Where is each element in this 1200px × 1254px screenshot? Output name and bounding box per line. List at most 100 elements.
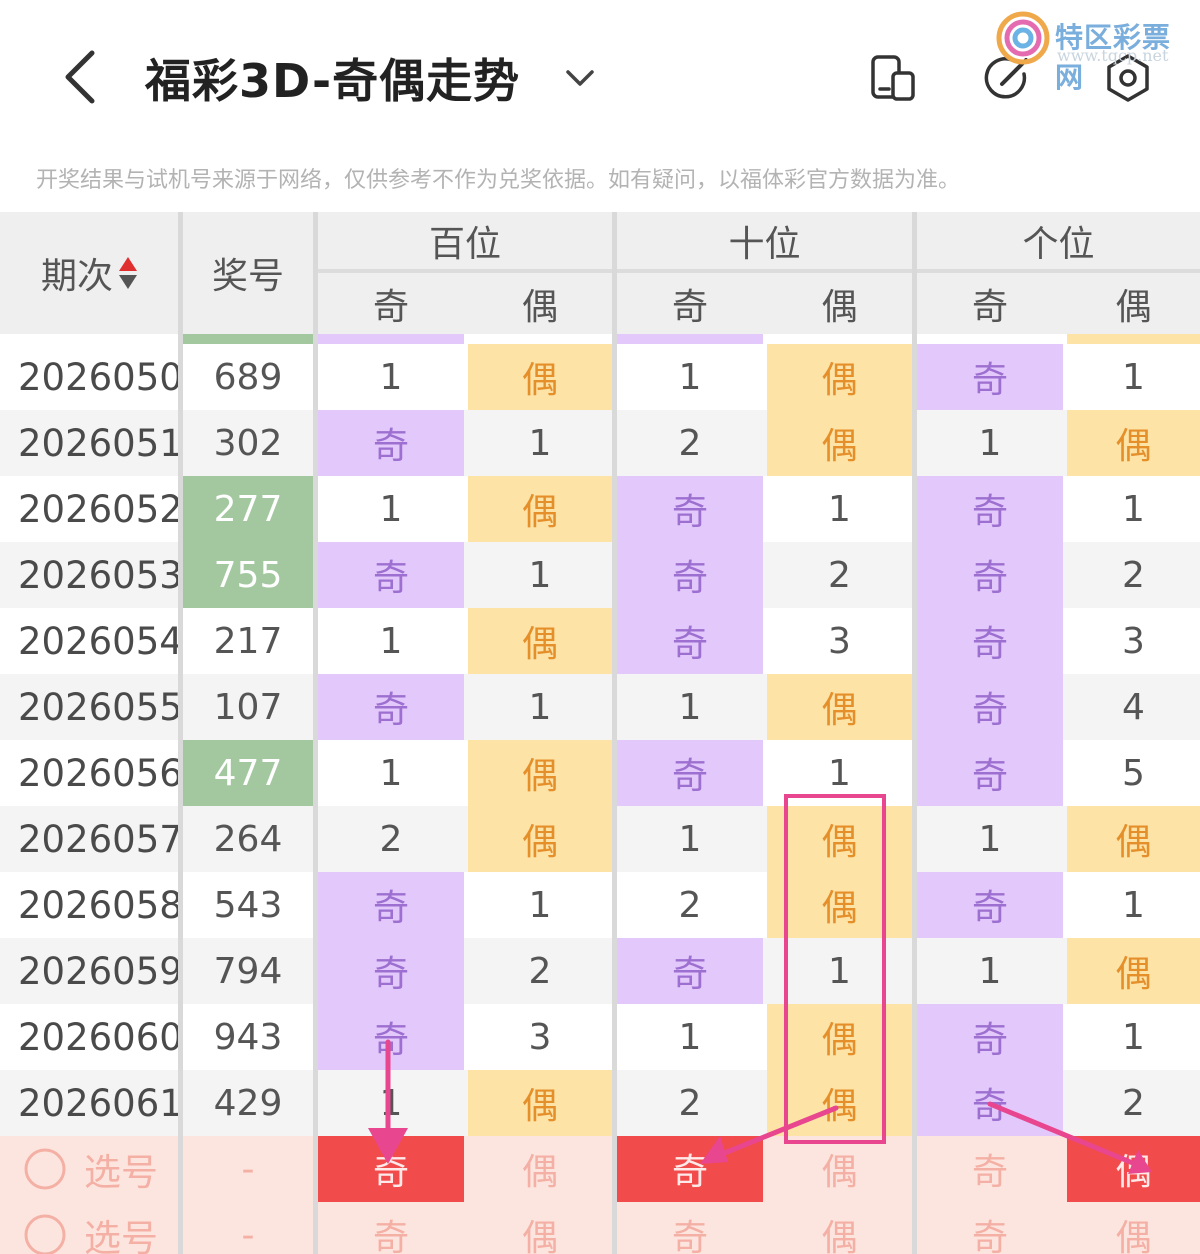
- number-cell: 107: [213, 686, 283, 728]
- period-cell: 2026061: [18, 1081, 183, 1125]
- parity-cell: 奇: [917, 344, 1063, 410]
- parity-cell: 1: [528, 686, 552, 728]
- parity-cell: 1: [828, 752, 851, 794]
- period-cell: 2026059: [18, 949, 183, 993]
- parity-cell: 偶: [468, 608, 612, 674]
- header-even: 偶: [821, 287, 858, 328]
- header-period[interactable]: 期次: [0, 212, 178, 334]
- parity-cell: 奇: [917, 542, 1063, 608]
- title-dropdown[interactable]: 福彩3D-奇偶走势: [145, 40, 600, 116]
- number-cell: 277: [183, 476, 313, 542]
- pick-option-cell[interactable]: 奇: [917, 1136, 1063, 1202]
- parity-cell: 奇: [318, 542, 464, 608]
- number-cell: 755: [183, 542, 313, 608]
- parity-cell: 奇: [917, 674, 1063, 740]
- pick-option-cell[interactable]: 偶: [468, 1136, 612, 1202]
- chevron-down-icon: [560, 58, 600, 98]
- parity-cell: 奇: [617, 542, 763, 608]
- trend-table: 期次 奖号 百位 十位 个位 奇 偶 奇 偶 奇 偶 2026050 689 1 偶 1…: [0, 212, 1200, 1254]
- parity-cell: 奇: [917, 872, 1063, 938]
- number-cell: 543: [213, 884, 283, 926]
- parity-cell: 2: [528, 950, 552, 992]
- parity-cell: 1: [379, 752, 403, 794]
- period-cell: 2026050: [18, 355, 183, 399]
- number-cell: -: [241, 1214, 255, 1254]
- pick-option-cell[interactable]: 奇: [318, 1202, 464, 1254]
- header-divider: [318, 269, 1200, 273]
- parity-cell: 偶: [767, 1004, 912, 1070]
- parity-cell: 奇: [917, 1004, 1063, 1070]
- parity-cell: 1: [828, 488, 851, 530]
- parity-cell: 1: [1122, 884, 1145, 926]
- number-cell: 264: [213, 818, 283, 860]
- parity-cell: 2: [678, 1082, 702, 1124]
- header-number: 奖号: [211, 256, 284, 297]
- pick-option-cell[interactable]: 偶: [1067, 1136, 1200, 1202]
- period-cell: 2026054: [18, 619, 183, 663]
- parity-cell: 1: [379, 620, 403, 662]
- parity-cell: 1: [678, 1016, 702, 1058]
- pick-option-cell[interactable]: 偶: [767, 1202, 912, 1254]
- period-cell: 2026057: [18, 817, 183, 861]
- parity-cell: 1: [1122, 1016, 1145, 1058]
- number-cell: 477: [183, 740, 313, 806]
- pick-option-cell[interactable]: 偶: [1067, 1202, 1200, 1254]
- parity-cell: 1: [1122, 488, 1145, 530]
- pick-option-cell[interactable]: 奇: [318, 1136, 464, 1202]
- parity-cell: 偶: [1067, 938, 1200, 1004]
- pick-option-cell[interactable]: 奇: [617, 1202, 763, 1254]
- parity-cell: 偶: [468, 1070, 612, 1136]
- pick-option-cell[interactable]: 偶: [468, 1202, 612, 1254]
- radio-circle-icon[interactable]: [22, 1146, 68, 1192]
- parity-cell: 1: [379, 488, 403, 530]
- parity-cell: 奇: [318, 938, 464, 1004]
- number-cell: 302: [213, 422, 283, 464]
- period-cell: 2026058: [18, 883, 183, 927]
- parity-cell: 1: [379, 1082, 403, 1124]
- parity-cell: 偶: [468, 740, 612, 806]
- back-button[interactable]: [50, 42, 110, 112]
- radio-circle-icon[interactable]: [22, 1212, 68, 1254]
- parity-cell: 1: [528, 554, 552, 596]
- parity-cell: 奇: [318, 410, 464, 476]
- period-cell: 2026055: [18, 685, 183, 729]
- parity-cell: 奇: [617, 938, 763, 1004]
- parity-cell: 偶: [1067, 806, 1200, 872]
- header-tens: 十位: [728, 224, 801, 265]
- parity-cell: 1: [678, 356, 702, 398]
- column-divider: [313, 212, 318, 1254]
- number-cell: 794: [213, 950, 283, 992]
- header-odd: 奇: [971, 287, 1008, 328]
- pick-select-radio[interactable]: 选号: [0, 1136, 178, 1202]
- watermark-logo: 特区彩票网 www.tqcp.net: [995, 6, 1195, 94]
- parity-cell: 偶: [468, 476, 612, 542]
- parity-cell: 2: [1122, 1082, 1145, 1124]
- pick-label: 选号: [84, 1217, 158, 1254]
- number-cell: 217: [213, 620, 283, 662]
- parity-cell: 偶: [767, 1070, 912, 1136]
- number-cell: -: [241, 1148, 255, 1190]
- parity-cell: 奇: [318, 674, 464, 740]
- pick-select-radio[interactable]: 选号: [0, 1202, 178, 1254]
- disclaimer-text: 开奖结果与试机号来源于网络，仅供参考不作为兑奖依据。如有疑问，以福体彩官方数据为…: [36, 168, 961, 193]
- pick-option-cell[interactable]: 奇: [917, 1202, 1063, 1254]
- period-cell: 2026051: [18, 421, 183, 465]
- swirl-logo-icon: [996, 11, 1050, 65]
- parity-cell: 2: [828, 554, 851, 596]
- parity-cell: 1: [978, 818, 1002, 860]
- parity-cell: 奇: [917, 476, 1063, 542]
- sort-icon: [119, 257, 137, 289]
- parity-cell: 1: [1122, 356, 1145, 398]
- parity-cell: 奇: [917, 1070, 1063, 1136]
- period-cell: 2026056: [18, 751, 183, 795]
- parity-cell: 奇: [318, 872, 464, 938]
- header-even: 偶: [521, 287, 558, 328]
- page-title: 福彩3D-奇偶走势: [145, 54, 521, 108]
- layout-switch-icon[interactable]: [862, 48, 922, 108]
- pick-option-cell[interactable]: 奇: [617, 1136, 763, 1202]
- period-cell: 2026053: [18, 553, 183, 597]
- parity-cell: 2: [678, 884, 702, 926]
- pick-option-cell[interactable]: 偶: [767, 1136, 912, 1202]
- column-divider: [178, 212, 183, 1254]
- parity-cell: 1: [379, 356, 403, 398]
